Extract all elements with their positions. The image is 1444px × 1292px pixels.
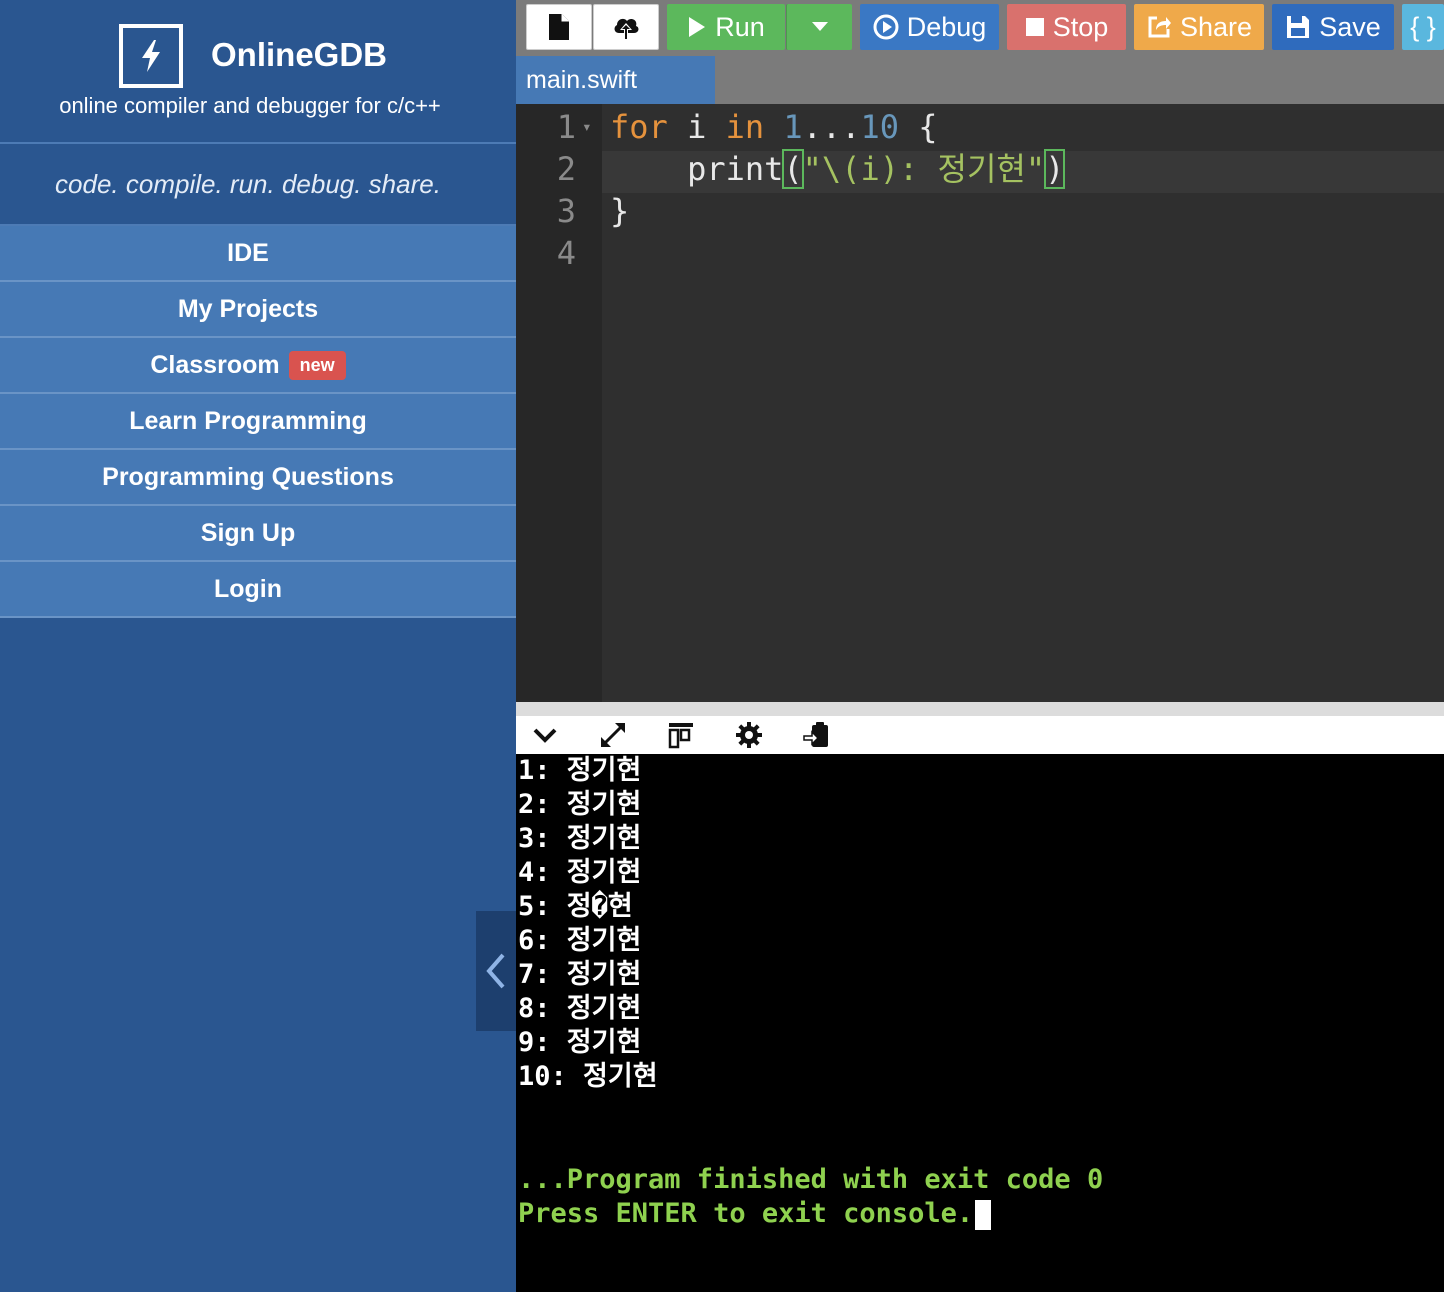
brand-subtitle: online compiler and debugger for c/c++ [59,93,441,118]
file-tab-bar: main.swift [516,56,1444,104]
layout-button[interactable] [664,718,698,752]
settings-button[interactable] [732,718,766,752]
sidebar-item-label: Learn Programming [129,406,367,435]
stop-label: Stop [1052,11,1109,42]
save-label: Save [1319,11,1381,42]
share-label: Share [1179,11,1253,42]
sidebar-item-label: Classroom [150,350,280,379]
copy-output-button[interactable] [800,718,834,752]
code-line-3: } [610,192,630,230]
exit-prompt-text: Press ENTER to exit console. [518,1198,974,1229]
sidebar-item-ide[interactable]: IDE [0,226,516,282]
expand-console-button[interactable] [596,718,630,752]
exit-prompt-line: Press ENTER to exit console. [518,1197,992,1231]
console-output[interactable]: 1: 정기현 2: 정기현 3: 정기현 4: 정기현 5: 정�현 6: 정기… [516,754,1444,1292]
code-line-2: print("\(i): 정기현") [610,148,1066,190]
range-start: 1 [764,108,803,146]
share-button[interactable]: Share [1134,4,1264,50]
code-line-1: for i in 1...10 { [610,106,938,148]
sidebar-item-learn-programming[interactable]: Learn Programming [0,394,516,450]
save-button[interactable]: Save [1272,4,1394,50]
share-icon [1148,16,1171,38]
print-call: print [610,150,784,188]
output-line: 3: 정기현 [518,823,642,854]
output-line: 10: 정기현 [518,1061,658,1092]
line-number: 4 [556,234,576,272]
collapse-console-button[interactable] [528,718,562,752]
editor-console-splitter[interactable] [516,702,1444,716]
debug-button[interactable]: Debug [860,4,999,50]
new-file-button[interactable] [526,4,592,50]
run-options-dropdown[interactable] [786,4,852,50]
sidebar-item-label: Programming Questions [102,462,394,491]
circle-play-icon [873,14,899,40]
output-line: 1: 정기현 [518,755,642,786]
fold-arrow-icon[interactable]: ▾ [582,106,592,148]
keyword-for: for [610,108,668,146]
sidebar-item-label: IDE [227,238,269,267]
braces-icon: { } [1410,11,1436,42]
sidebar-item-my-projects[interactable]: My Projects [0,282,516,338]
terminal-cursor [975,1199,992,1230]
output-line: 4: 정기현 [518,857,642,888]
sidebar-item-login[interactable]: Login [0,562,516,618]
sidebar-item-programming-questions[interactable]: Programming Questions [0,450,516,506]
string-literal: "\(i): 정기현" [802,150,1046,188]
code-editor[interactable]: 1 ▾ 2 3 4 for i in 1...10 { print("\(i):… [516,104,1444,702]
brand-name[interactable]: OnlineGDB [211,36,387,74]
file-icon [549,14,569,40]
close-paren: ) [1044,149,1066,189]
open-brace: { [898,108,938,146]
chevron-down-icon [533,728,557,743]
chevron-down-icon [811,22,828,31]
play-icon [689,17,706,37]
file-tab-label: main.swift [526,65,638,94]
line-number: 1 [556,108,576,146]
gear-icon [736,722,762,748]
line-number: 3 [556,192,576,230]
output-line: 9: 정기현 [518,1027,642,1058]
stop-button[interactable]: Stop [1007,4,1126,50]
beautify-button[interactable]: { } [1402,4,1444,50]
editor-gutter: 1 ▾ 2 3 4 [516,104,602,702]
keyword-in: in [725,108,765,146]
chevron-left-icon [486,953,505,989]
output-line: 6: 정기현 [518,925,642,956]
upload-button[interactable] [593,4,659,50]
debug-label: Debug [906,11,987,42]
lightning-bolt-icon[interactable] [119,24,183,88]
output-line: 2: 정기현 [518,789,642,820]
loop-variable: i [667,108,726,146]
cloud-upload-icon [614,18,639,40]
sidebar-item-label: My Projects [177,294,319,323]
clipboard-export-icon [803,722,828,747]
expand-arrows-icon [601,723,625,747]
run-label: Run [715,11,765,42]
sidebar-item-label: Login [213,574,283,603]
brand-header: OnlineGDB online compiler and debugger f… [0,0,516,144]
range-end: 10 [860,108,899,146]
run-button[interactable]: Run [667,4,785,50]
sidebar-item-sign-up[interactable]: Sign Up [0,506,516,562]
panel-layout-icon [668,723,693,749]
line-number: 2 [556,150,576,188]
sidebar: OnlineGDB online compiler and debugger f… [0,0,516,1292]
console-toolbar [516,716,1444,754]
square-stop-icon [1025,18,1044,36]
output-line: 5: 정�현 [518,891,633,922]
output-line: 7: 정기현 [518,959,642,990]
sidebar-item-classroom[interactable]: Classroom new [0,338,516,394]
output-line: 8: 정기현 [518,993,642,1024]
collapse-sidebar-button[interactable] [476,911,516,1031]
floppy-disk-icon [1287,16,1310,38]
tab-main-swift[interactable]: main.swift [516,56,715,104]
toolbar: Run Debug Stop Share Save { } [516,0,1444,56]
new-badge: new [288,350,346,380]
sidebar-item-label: Sign Up [200,518,296,547]
program-finished-message: ...Program finished with exit code 0 [518,1164,1104,1195]
tagline: code. compile. run. debug. share. [0,144,516,226]
open-paren: ( [782,149,804,189]
range-operator: ... [802,108,861,146]
